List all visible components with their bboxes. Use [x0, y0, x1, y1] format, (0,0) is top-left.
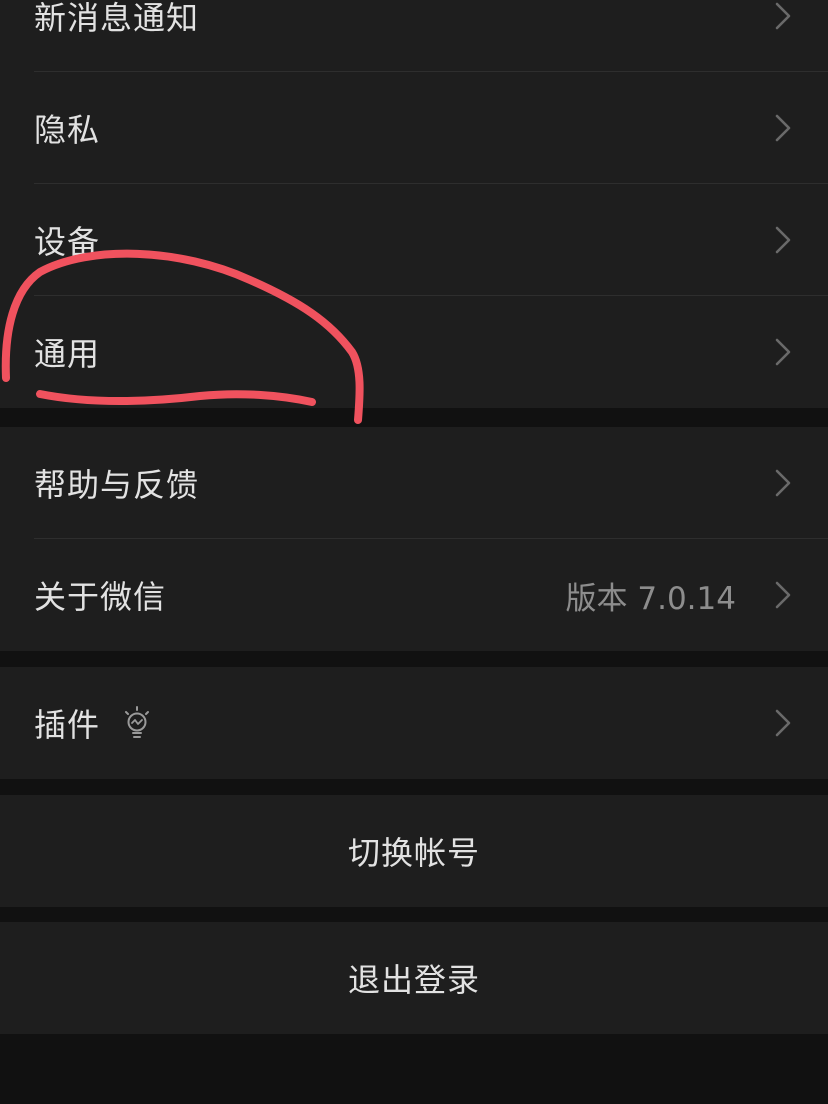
switch-account-group: 切换帐号: [0, 795, 828, 907]
settings-item-plugins[interactable]: 插件: [0, 667, 828, 779]
settings-item-help-feedback[interactable]: 帮助与反馈: [0, 427, 828, 539]
settings-item-label: 通用: [34, 335, 101, 373]
settings-item-label: 新消息通知: [34, 0, 200, 37]
settings-item-label: 插件: [34, 706, 101, 744]
switch-account-button[interactable]: 切换帐号: [0, 795, 828, 907]
settings-group-main: 新消息通知 隐私 设备 通用: [0, 0, 828, 408]
logout-label: 退出登录: [347, 961, 480, 999]
chevron-right-icon: [775, 226, 791, 254]
chevron-right-icon: [775, 581, 791, 609]
settings-item-devices[interactable]: 设备: [0, 184, 828, 296]
settings-item-label: 设备: [34, 223, 101, 261]
logout-group: 退出登录: [0, 922, 828, 1034]
settings-item-label: 帮助与反馈: [34, 466, 200, 504]
settings-item-label: 隐私: [34, 111, 101, 149]
chevron-right-icon: [775, 2, 791, 30]
settings-group-plugins: 插件: [0, 667, 828, 779]
settings-item-general[interactable]: 通用: [0, 296, 828, 408]
switch-account-label: 切换帐号: [347, 834, 480, 872]
chevron-right-icon: [775, 469, 791, 497]
settings-group-help: 帮助与反馈 关于微信 版本 7.0.14: [0, 427, 828, 651]
chevron-right-icon: [775, 338, 791, 366]
settings-item-privacy[interactable]: 隐私: [0, 72, 828, 184]
logout-button[interactable]: 退出登录: [0, 922, 828, 1034]
settings-item-about[interactable]: 关于微信 版本 7.0.14: [0, 539, 828, 651]
settings-item-label: 关于微信: [34, 578, 167, 616]
settings-item-notifications[interactable]: 新消息通知: [0, 0, 828, 72]
chevron-right-icon: [775, 114, 791, 142]
version-value: 版本 7.0.14: [565, 580, 736, 617]
lightbulb-icon: [125, 706, 150, 738]
chevron-right-icon: [775, 709, 791, 737]
